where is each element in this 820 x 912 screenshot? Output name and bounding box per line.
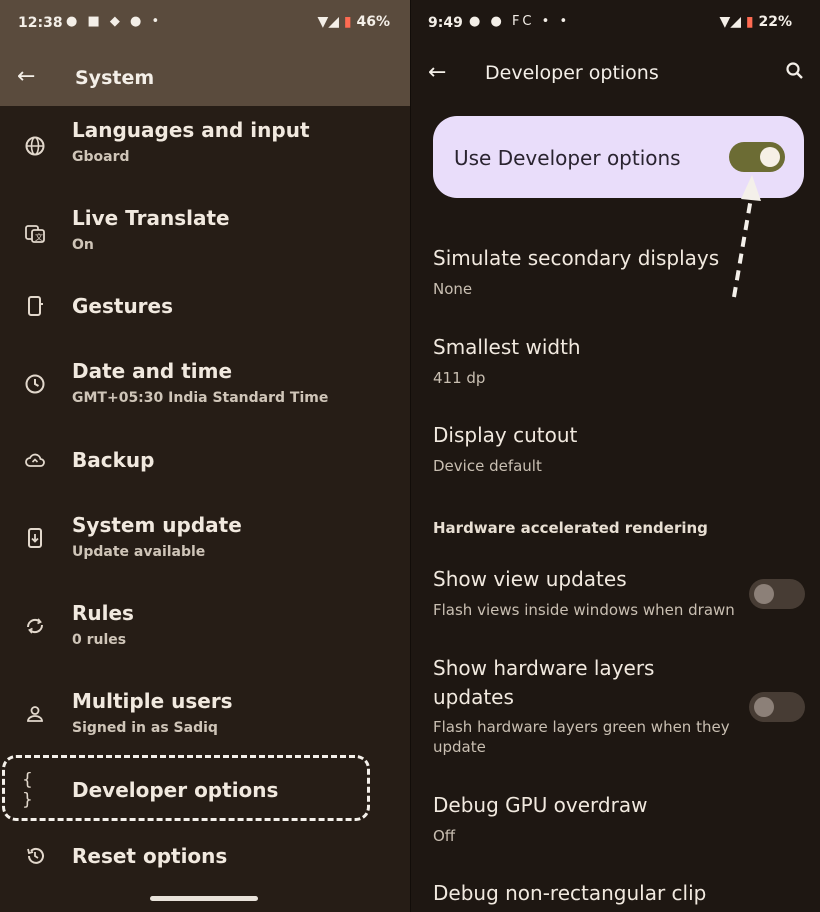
svg-text:文: 文 (35, 232, 43, 242)
settings-item-gestures[interactable]: Gestures (0, 266, 410, 346)
setting-show-view-updates[interactable]: Show view updates Flash views inside win… (433, 567, 810, 627)
settings-item-title: Live Translate (72, 206, 230, 230)
settings-item-title: Gestures (72, 294, 174, 318)
setting-debug-gpu-overdraw[interactable]: Debug GPU overdraw Off (433, 793, 810, 853)
toggle-knob (754, 584, 774, 604)
setting-show-hardware-layers-updates[interactable]: Show hardware layers updates Flash hardw… (433, 656, 810, 766)
settings-item-title: Backup (72, 448, 155, 472)
reset-history-icon (22, 843, 48, 869)
settings-item-rules[interactable]: Rules 0 rules (0, 586, 410, 666)
gesture-home-bar[interactable] (150, 896, 258, 901)
status-right: ▼◢ ▮ 46% (317, 14, 390, 30)
developer-options-highlight (2, 755, 370, 821)
status-time: 12:38 (18, 15, 63, 31)
settings-item-multiple-users[interactable]: Multiple users Signed in as Sadiq (0, 674, 410, 754)
setting-subtitle-line2: update (433, 738, 486, 756)
setting-subtitle: Flash views inside windows when drawn (433, 601, 735, 619)
settings-item-subtitle: 0 rules (72, 632, 127, 648)
setting-subtitle: Device default (433, 457, 542, 475)
setting-title: Debug GPU overdraw (433, 793, 648, 817)
setting-subtitle: None (433, 280, 473, 298)
setting-title-line2: updates (433, 685, 514, 709)
settings-item-subtitle: Signed in as Sadiq (72, 720, 218, 736)
gestures-phone-icon (22, 293, 48, 319)
settings-item-subtitle: Gboard (72, 149, 130, 165)
globe-icon (22, 133, 48, 159)
settings-item-title: Date and time (72, 359, 233, 383)
settings-item-title: System update (72, 513, 242, 537)
setting-title: Simulate secondary displays (433, 246, 720, 270)
setting-debug-non-rectangular-clip[interactable]: Debug non-rectangular clip (433, 881, 810, 912)
person-icon (22, 701, 48, 727)
notification-icons: ● ■ ◆ ● • (66, 14, 163, 29)
settings-item-title: Reset options (72, 844, 228, 868)
battery-icon: ▮ (343, 14, 352, 30)
settings-item-subtitle: GMT+05:30 India Standard Time (72, 390, 329, 406)
wifi-icon: ▼◢ (317, 14, 340, 30)
clock-icon (22, 371, 48, 397)
rules-icon (22, 613, 48, 639)
setting-simulate-secondary-displays[interactable]: Simulate secondary displays None (433, 246, 810, 306)
setting-subtitle: 411 dp (433, 369, 486, 387)
setting-display-cutout[interactable]: Display cutout Device default (433, 423, 810, 483)
settings-item-system-update[interactable]: System update Update available (0, 498, 410, 578)
section-header-hardware-rendering: Hardware accelerated rendering (433, 519, 708, 537)
settings-item-title: Languages and input (72, 118, 310, 142)
settings-item-subtitle: Update available (72, 544, 206, 560)
setting-title: Debug non-rectangular clip (433, 881, 707, 905)
setting-title: Smallest width (433, 335, 581, 359)
system-update-icon (22, 525, 48, 551)
show-view-updates-toggle[interactable] (749, 579, 805, 609)
settings-item-reset-options[interactable]: Reset options (0, 816, 410, 896)
developer-options-screen: 9:49 ● ● FC • • ▼◢ ▮ 22% ← Developer opt… (411, 0, 820, 912)
page-title: System (75, 67, 155, 89)
toggle-knob (754, 697, 774, 717)
system-settings-screen: 12:38 ● ■ ◆ ● • ▼◢ ▮ 46% ← System Langua… (0, 0, 410, 912)
setting-title: Display cutout (433, 423, 578, 447)
setting-smallest-width[interactable]: Smallest width 411 dp (433, 335, 810, 395)
show-hardware-layers-toggle[interactable] (749, 692, 805, 722)
settings-item-title: Rules (72, 601, 134, 625)
back-arrow-icon[interactable]: ← (17, 64, 35, 89)
settings-item-languages[interactable]: Languages and input Gboard (0, 106, 410, 186)
settings-item-backup[interactable]: Backup (0, 420, 410, 500)
settings-item-subtitle: On (72, 237, 94, 253)
cloud-upload-icon (22, 447, 48, 473)
translate-icon: 文 (22, 221, 48, 247)
settings-item-live-translate[interactable]: 文 Live Translate On (0, 194, 410, 274)
setting-subtitle: Off (433, 827, 456, 845)
setting-subtitle-line1: Flash hardware layers green when they (433, 718, 730, 736)
system-app-bar: 12:38 ● ■ ◆ ● • ▼◢ ▮ 46% ← System (0, 0, 410, 106)
setting-title: Show view updates (433, 567, 627, 591)
settings-item-date-time[interactable]: Date and time GMT+05:30 India Standard T… (0, 344, 410, 424)
settings-item-title: Multiple users (72, 689, 233, 713)
setting-title-line1: Show hardware layers (433, 656, 655, 680)
battery-level: 46% (356, 14, 390, 30)
